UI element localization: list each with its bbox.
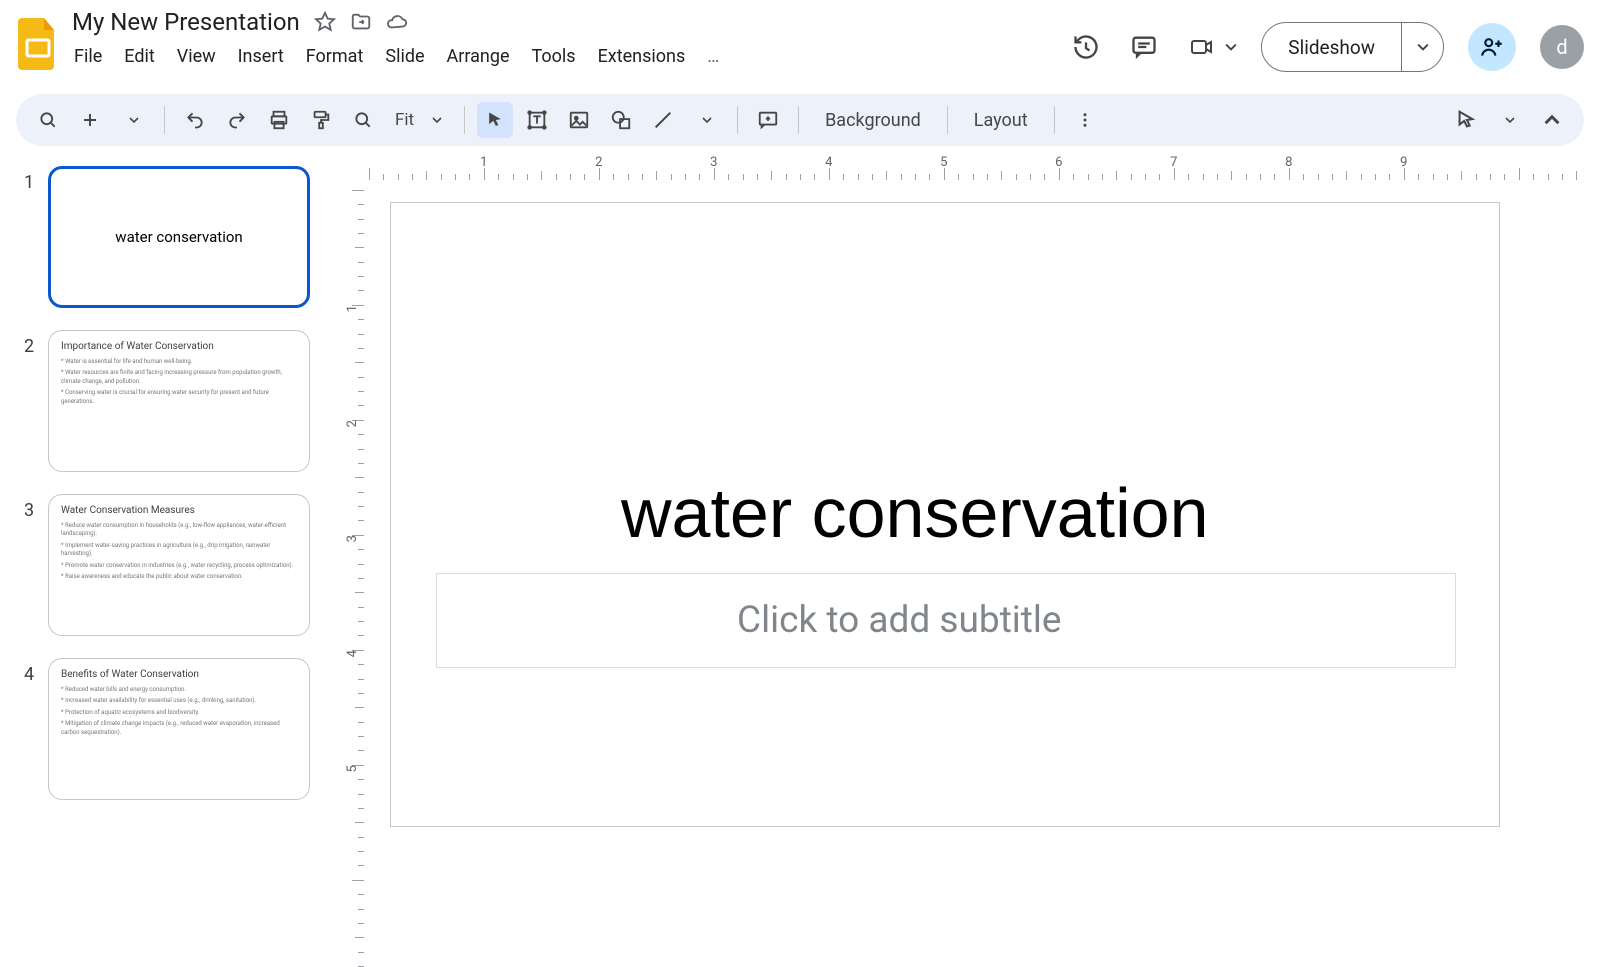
ruler-number: 4: [345, 650, 360, 657]
ruler-number: 5: [940, 155, 947, 170]
slideshow-dropdown[interactable]: [1401, 23, 1443, 71]
new-slide-button[interactable]: [72, 102, 108, 138]
zoom-level[interactable]: Fit: [387, 110, 422, 130]
ruler-number: 9: [1400, 155, 1407, 170]
new-slide-dropdown[interactable]: [116, 102, 152, 138]
menu-bar: File Edit View Insert Format Slide Arran…: [72, 36, 721, 67]
background-button[interactable]: Background: [811, 110, 935, 131]
thumb-title-text: water conservation: [115, 228, 242, 246]
ruler-number: 3: [345, 535, 360, 542]
more-options-icon[interactable]: [1067, 102, 1103, 138]
cloud-saved-icon[interactable]: [386, 11, 408, 33]
hide-menus-icon[interactable]: [1534, 102, 1570, 138]
toolbar: Fit Background Layout: [16, 94, 1584, 146]
thumb-number: 2: [24, 330, 48, 357]
app-header: My New Presentation File Edit View Inser…: [0, 0, 1600, 90]
line-tool-dropdown[interactable]: [689, 102, 725, 138]
mode-dropdown-icon[interactable]: [1492, 102, 1528, 138]
canvas-area: 1 2 3 4 5 6 7 8 9 1 2 3 4 5 water conservation Click…: [330, 152, 1600, 920]
slideshow-group: Slideshow: [1261, 22, 1444, 72]
thumb-heading: Benefits of Water Conservation: [61, 669, 297, 680]
slide-thumbnail[interactable]: water conservation: [48, 166, 310, 308]
line-tool-icon[interactable]: [645, 102, 681, 138]
thumb-row: 3 Water Conservation Measures * Reduce wat…: [24, 494, 310, 636]
title-area: My New Presentation File Edit View Inser…: [72, 8, 721, 67]
move-folder-icon[interactable]: [350, 11, 372, 33]
slideshow-button[interactable]: Slideshow: [1262, 23, 1401, 71]
ruler-number: 2: [345, 420, 360, 427]
toolbar-separator: [1054, 106, 1055, 134]
toolbar-separator: [737, 106, 738, 134]
thumb-row: 4 Benefits of Water Conservation * Reduced…: [24, 658, 310, 800]
menu-tools[interactable]: Tools: [532, 46, 576, 67]
zoom-tool-icon[interactable]: [345, 102, 381, 138]
slide-thumbnail[interactable]: Water Conservation Measures * Reduce wate…: [48, 494, 310, 636]
ruler-number: 4: [825, 155, 832, 170]
zoom-dropdown-icon[interactable]: [428, 115, 446, 125]
meet-icon[interactable]: [1185, 30, 1219, 64]
ruler-number: 5: [345, 765, 360, 772]
filmstrip[interactable]: 1water conservation2Importance of Water …: [0, 152, 330, 920]
account-avatar[interactable]: d: [1540, 25, 1584, 69]
ruler-number: 2: [595, 155, 602, 170]
comments-icon[interactable]: [1127, 30, 1161, 64]
print-icon[interactable]: [261, 102, 297, 138]
thumb-body: * Reduced water bills and energy consump…: [61, 686, 297, 737]
insert-comment-icon[interactable]: [750, 102, 786, 138]
ruler-number: 1: [345, 305, 360, 312]
horizontal-ruler: 1 2 3 4 5 6 7 8 9: [364, 152, 1580, 180]
doc-title[interactable]: My New Presentation: [72, 8, 300, 36]
toolbar-separator: [164, 106, 165, 134]
menu-extensions[interactable]: Extensions: [598, 46, 686, 67]
ruler-number: 8: [1285, 155, 1292, 170]
menu-arrange[interactable]: Arrange: [447, 46, 510, 67]
insert-image-icon[interactable]: [561, 102, 597, 138]
search-menus-icon[interactable]: [30, 102, 66, 138]
menu-slide[interactable]: Slide: [385, 46, 424, 67]
workspace: 1water conservation2Importance of Water …: [0, 146, 1600, 920]
select-tool-icon[interactable]: [477, 102, 513, 138]
thumb-row: 2 Importance of Water Conservation * Water…: [24, 330, 310, 472]
menu-edit[interactable]: Edit: [124, 46, 154, 67]
thumb-number: 4: [24, 658, 48, 685]
vertical-ruler: 1 2 3 4 5: [330, 180, 364, 920]
ruler-number: 6: [1055, 155, 1062, 170]
redo-icon[interactable]: [219, 102, 255, 138]
menu-file[interactable]: File: [74, 46, 102, 67]
slide-thumbnail[interactable]: Benefits of Water Conservation * Reduced …: [48, 658, 310, 800]
menu-insert[interactable]: Insert: [238, 46, 284, 67]
paint-format-icon[interactable]: [303, 102, 339, 138]
undo-icon[interactable]: [177, 102, 213, 138]
text-box-icon[interactable]: [519, 102, 555, 138]
toolbar-separator: [464, 106, 465, 134]
share-button[interactable]: [1468, 23, 1516, 71]
slides-logo[interactable]: [16, 14, 60, 74]
thumb-body: * Water is essential for life and human …: [61, 358, 297, 406]
menu-more[interactable]: …: [707, 46, 719, 67]
thumb-number: 1: [24, 166, 48, 193]
shape-icon[interactable]: [603, 102, 639, 138]
slide-title-text[interactable]: water conservation: [621, 473, 1209, 553]
star-icon[interactable]: [314, 11, 336, 33]
menu-view[interactable]: View: [177, 46, 216, 67]
layout-button[interactable]: Layout: [960, 110, 1042, 131]
mode-cursor-icon[interactable]: [1448, 102, 1484, 138]
ruler-number: 7: [1170, 155, 1177, 170]
thumb-body: * Reduce water consumption in households…: [61, 522, 297, 581]
thumb-heading: Importance of Water Conservation: [61, 341, 297, 352]
history-icon[interactable]: [1069, 30, 1103, 64]
slide-subtitle-placeholder[interactable]: Click to add subtitle: [436, 573, 1456, 668]
thumb-heading: Water Conservation Measures: [61, 505, 297, 516]
ruler-number: 3: [710, 155, 717, 170]
toolbar-separator: [798, 106, 799, 134]
ruler-number: 1: [480, 155, 487, 170]
thumb-number: 3: [24, 494, 48, 521]
slide-canvas[interactable]: water conservation Click to add subtitle: [390, 202, 1500, 827]
toolbar-separator: [947, 106, 948, 134]
meet-dropdown-icon[interactable]: [1225, 41, 1237, 53]
header-tools: Slideshow d: [1069, 22, 1584, 72]
menu-format[interactable]: Format: [306, 46, 364, 67]
slide-thumbnail[interactable]: Importance of Water Conservation * Water …: [48, 330, 310, 472]
thumb-row: 1 water conservation: [24, 166, 310, 308]
